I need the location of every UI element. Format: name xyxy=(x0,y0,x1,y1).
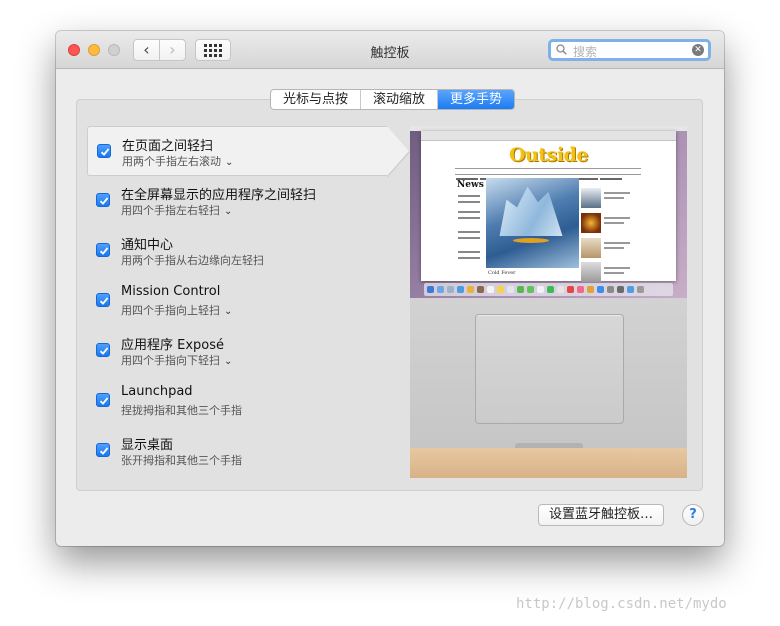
preview-dock xyxy=(424,283,673,296)
gesture-title: Mission Control xyxy=(121,284,221,299)
chevron-down-icon[interactable]: ⌄ xyxy=(225,157,233,168)
tab-bar: 光标与点按 滚动缩放 更多手势 xyxy=(270,89,516,110)
gesture-preview-image: Outside News Cold Fever xyxy=(410,126,687,478)
preview-hero-caption: Cold Fever xyxy=(488,270,516,276)
preview-browser-window: Outside News Cold Fever xyxy=(421,131,676,282)
gesture-subtitle[interactable]: 用四个手指左右轻扫 ⌄ xyxy=(121,202,232,218)
preferences-window: ‹ › 触控板 搜索 ✕ 光标与点按 滚动缩放 更多手势 在页面之间轻扫 用两个… xyxy=(56,31,724,546)
checkbox[interactable] xyxy=(96,393,110,407)
watermark-text: http://blog.csdn.net/mydo xyxy=(516,596,727,612)
preview-thumb xyxy=(581,238,601,258)
gesture-title: 通知中心 xyxy=(121,238,174,253)
gesture-title: 应用程序 Exposé xyxy=(121,338,225,353)
search-icon xyxy=(556,44,567,55)
tab-point-click[interactable]: 光标与点按 xyxy=(271,90,362,109)
checkbox[interactable] xyxy=(96,243,110,257)
chevron-down-icon[interactable]: ⌄ xyxy=(224,206,232,217)
preview-thumb xyxy=(581,213,601,233)
tab-more-gestures[interactable]: 更多手势 xyxy=(438,90,515,109)
preview-screen: Outside News Cold Fever xyxy=(410,126,687,298)
gesture-row-mission-control[interactable]: Mission Control 用四个手指向上轻扫 ⌄ xyxy=(87,276,387,326)
preview-thumb xyxy=(581,188,601,208)
gesture-title: Launchpad xyxy=(121,384,193,399)
gesture-row-swipe-pages[interactable]: 在页面之间轻扫 用两个手指左右滚动 ⌄ xyxy=(87,126,410,178)
chevron-down-icon[interactable]: ⌄ xyxy=(224,356,232,367)
gesture-title: 在页面之间轻扫 xyxy=(122,139,214,154)
search-field[interactable]: 搜索 ✕ xyxy=(548,39,711,61)
gesture-subtitle: 用两个手指从右边缘向左轻扫 xyxy=(121,254,264,267)
checkbox[interactable] xyxy=(96,343,110,357)
preview-trackpad xyxy=(475,314,624,424)
checkbox[interactable] xyxy=(96,443,110,457)
preview-desk-surface xyxy=(410,448,687,478)
gesture-title: 显示桌面 xyxy=(121,438,174,453)
checkbox[interactable] xyxy=(96,293,110,307)
gesture-title: 在全屏幕显示的应用程序之间轻扫 xyxy=(121,188,317,203)
selection-arrow xyxy=(387,126,409,176)
gesture-subtitle[interactable]: 用两个手指左右滚动 ⌄ xyxy=(122,153,233,169)
gesture-row-show-desktop[interactable]: 显示桌面 张开拇指和其他三个手指 xyxy=(87,426,387,476)
preview-thumb xyxy=(581,262,601,282)
chevron-down-icon[interactable]: ⌄ xyxy=(224,306,232,317)
preview-site-logo: Outside xyxy=(509,144,588,166)
gestures-panel: 在页面之间轻扫 用两个手指左右滚动 ⌄ 在全屏幕显示的应用程序之间轻扫 用四个手指… xyxy=(76,99,703,491)
gesture-row-launchpad[interactable]: Launchpad 捏拢拇指和其他三个手指 xyxy=(87,376,387,426)
checkbox[interactable] xyxy=(96,193,110,207)
preview-laptop-base xyxy=(410,298,687,448)
help-button[interactable]: ? xyxy=(682,504,704,526)
setup-bluetooth-trackpad-button[interactable]: 设置蓝牙触控板… xyxy=(538,504,665,526)
preview-news-heading: News xyxy=(457,180,484,190)
search-placeholder: 搜索 xyxy=(573,45,598,59)
tab-scroll-zoom[interactable]: 滚动缩放 xyxy=(361,90,439,109)
gesture-subtitle[interactable]: 用四个手指向上轻扫 ⌄ xyxy=(121,302,232,318)
clear-search-icon[interactable]: ✕ xyxy=(692,44,704,56)
preview-hero-photo xyxy=(486,178,579,268)
gesture-row-app-expose[interactable]: 应用程序 Exposé 用四个手指向下轻扫 ⌄ xyxy=(87,326,387,376)
gesture-row-notification-center[interactable]: 通知中心 用两个手指从右边缘向左轻扫 xyxy=(87,226,387,276)
gesture-subtitle: 张开拇指和其他三个手指 xyxy=(121,454,242,467)
gesture-row-swipe-fullscreen-apps[interactable]: 在全屏幕显示的应用程序之间轻扫 用四个手指左右轻扫 ⌄ xyxy=(87,176,387,226)
checkbox[interactable] xyxy=(97,144,111,158)
titlebar: ‹ › 触控板 搜索 ✕ xyxy=(56,31,724,69)
gesture-subtitle: 捏拢拇指和其他三个手指 xyxy=(121,404,242,417)
gesture-subtitle[interactable]: 用四个手指向下轻扫 ⌄ xyxy=(121,352,232,368)
